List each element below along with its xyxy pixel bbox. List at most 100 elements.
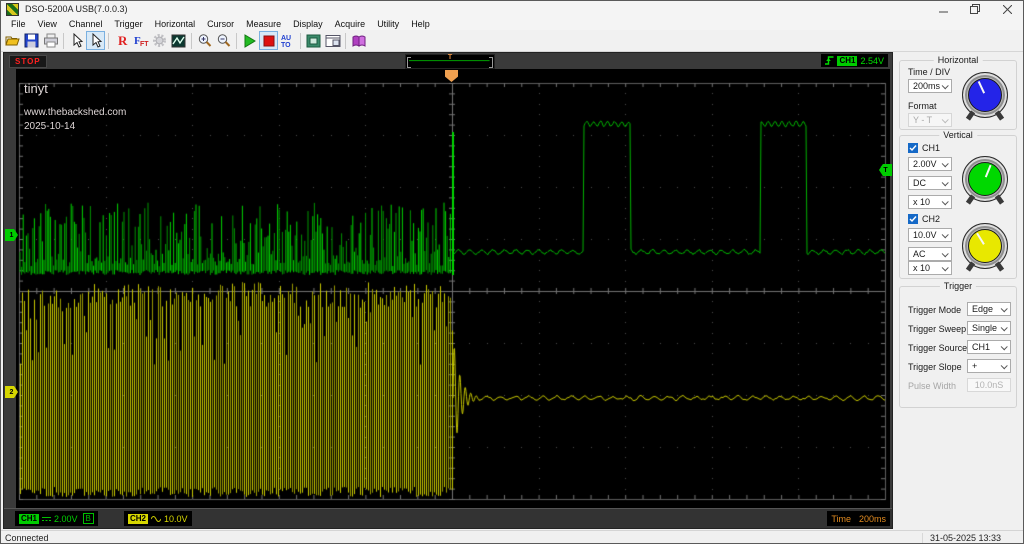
svg-text:FT: FT: [140, 41, 149, 48]
ch1-label: CH1: [922, 143, 940, 153]
menu-file[interactable]: File: [5, 19, 32, 29]
timebase-label: Time: [831, 514, 851, 524]
format-label: Format: [908, 101, 937, 111]
ch2-scale-select[interactable]: 10.0V: [908, 228, 952, 242]
timebase-readout: Time 200ms: [827, 511, 890, 526]
menu-view[interactable]: View: [32, 19, 63, 29]
annotation-line3: 2025-10-14: [24, 121, 75, 132]
connection-status: Connected: [1, 533, 49, 543]
trigger-group-title: Trigger: [940, 281, 976, 291]
titlebar: DSO-5200A USB(7.0.0.3): [1, 1, 1023, 17]
trigger-slope-select[interactable]: +: [967, 359, 1011, 373]
trigger-sweep-select[interactable]: Single: [967, 321, 1011, 335]
waveform-preview[interactable]: T: [405, 54, 495, 69]
ch1-probe-select[interactable]: x 10: [908, 195, 952, 209]
toolbar-cursor-button[interactable]: [67, 31, 86, 50]
calibrate-icon: [306, 34, 321, 48]
toolbar-separator: [236, 33, 237, 49]
trigger-level-value: 2.54V: [860, 56, 884, 66]
check-icon: [909, 215, 917, 223]
trigger-mode-select[interactable]: Edge: [967, 302, 1011, 316]
menu-display[interactable]: Display: [287, 19, 329, 29]
toolbar-print-button[interactable]: [41, 31, 60, 50]
toolbar-auto-button[interactable]: AUTO: [278, 31, 297, 50]
ch1-coupling-select[interactable]: DC: [908, 176, 952, 190]
ch1-scale-select[interactable]: 2.00V: [908, 157, 952, 171]
trigger-sweep-label: Trigger Sweep: [908, 324, 966, 334]
dc-coupling-icon: [42, 515, 51, 523]
restore-button[interactable]: [959, 1, 991, 17]
minimize-button[interactable]: [927, 1, 959, 17]
ch2-readout: CH2 10.0V: [124, 511, 192, 526]
scope-widget: STOP T CH1 2.54V tinyt www.thebackshed.c…: [3, 52, 893, 529]
menu-horizontal[interactable]: Horizontal: [149, 19, 202, 29]
save-icon: [24, 33, 39, 48]
toolbar-waveform-snapshot-button[interactable]: [169, 31, 188, 50]
menu-trigger[interactable]: Trigger: [108, 19, 148, 29]
ch2-coupling-select[interactable]: AC: [908, 247, 952, 261]
toolbar-save-button[interactable]: [22, 31, 41, 50]
trigger-readout: CH1 2.54V: [821, 54, 888, 67]
gear-icon: [152, 33, 167, 48]
menu-channel[interactable]: Channel: [63, 19, 109, 29]
ch2-checkbox[interactable]: [908, 214, 918, 224]
ch2-position-knob[interactable]: [962, 223, 1008, 269]
close-icon: [1003, 5, 1012, 14]
toolbar-zoom-out-button[interactable]: [214, 31, 233, 50]
chevron-down-icon: [942, 160, 949, 167]
waveform-image-icon: [171, 34, 186, 48]
trigger-slope-label: Trigger Slope: [908, 362, 962, 372]
scope-canvas: [16, 69, 890, 509]
menu-acquire[interactable]: Acquire: [329, 19, 372, 29]
statusbar-divider: [922, 533, 923, 544]
menu-cursor[interactable]: Cursor: [201, 19, 240, 29]
toolbar-separator: [63, 33, 64, 49]
time-div-select[interactable]: 200ms: [908, 79, 952, 93]
trigger-mode-value: Edge: [972, 304, 993, 314]
horizontal-position-knob[interactable]: [962, 72, 1008, 118]
menubar: FileViewChannelTriggerHorizontalCursorMe…: [1, 17, 1023, 30]
close-button[interactable]: [991, 1, 1023, 17]
toolbar-stop-button[interactable]: [259, 31, 278, 50]
format-select[interactable]: Y - T: [908, 113, 952, 127]
app-icon: [6, 3, 19, 16]
datetime-status: 31-05-2025 13:33: [930, 533, 1001, 543]
svg-text:R: R: [118, 33, 128, 48]
ch2-probe-select[interactable]: x 10: [908, 261, 952, 275]
preview-waveform: [407, 56, 493, 67]
check-icon: [909, 144, 917, 152]
ch1-position-knob[interactable]: [962, 156, 1008, 202]
pulse-width-label: Pulse Width: [908, 381, 956, 391]
toolbar-help-button[interactable]: [349, 31, 368, 50]
horizontal-group-title: Horizontal: [934, 55, 983, 65]
pulse-width-input[interactable]: 10.0nS: [967, 378, 1011, 392]
menu-measure[interactable]: Measure: [240, 19, 287, 29]
time-div-value: 200ms: [913, 81, 940, 91]
zoom-in-icon: [197, 33, 212, 48]
ch1-checkbox[interactable]: [908, 143, 918, 153]
trigger-source-select[interactable]: CH1: [967, 340, 1011, 354]
timebase-value: 200ms: [859, 514, 886, 524]
trigger-sweep-value: Single: [972, 323, 997, 333]
time-div-label: Time / DIV: [908, 67, 950, 77]
chevron-down-icon: [942, 264, 949, 271]
folder-open-icon: [5, 33, 21, 49]
toolbar-ref-wave-button[interactable]: R: [112, 31, 131, 50]
toolbar-pass-fail-button[interactable]: [150, 31, 169, 50]
ch1-scale: 2.00V: [913, 159, 937, 169]
toolbar-zoom-in-button[interactable]: [195, 31, 214, 50]
ch1-enable-row: CH1: [908, 143, 940, 153]
letter-r-icon: R: [115, 33, 129, 48]
chevron-down-icon: [942, 82, 949, 89]
run-state-indicator: STOP: [9, 55, 47, 68]
menu-help[interactable]: Help: [405, 19, 436, 29]
toolbar-open-button[interactable]: [3, 31, 22, 50]
toolbar-select-button[interactable]: [86, 31, 105, 50]
toolbar-self-calibration-button[interactable]: [304, 31, 323, 50]
trigger-group: Trigger Trigger Mode Edge Trigger Sweep …: [899, 286, 1017, 408]
toolbar-window-layout-button[interactable]: [323, 31, 342, 50]
ch2-label: CH2: [922, 214, 940, 224]
menu-utility[interactable]: Utility: [371, 19, 405, 29]
toolbar-fft-button[interactable]: FFT: [131, 31, 150, 50]
toolbar-run-button[interactable]: [240, 31, 259, 50]
